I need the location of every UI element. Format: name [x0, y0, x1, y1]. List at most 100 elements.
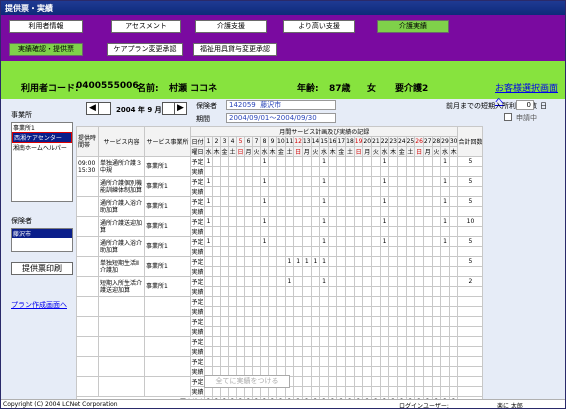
- schedule-cell[interactable]: [431, 386, 442, 397]
- schedule-cell[interactable]: [405, 176, 416, 187]
- schedule-cell[interactable]: [268, 346, 277, 357]
- schedule-cell[interactable]: [236, 356, 245, 367]
- schedule-cell[interactable]: [228, 236, 237, 247]
- schedule-cell[interactable]: [284, 236, 295, 247]
- schedule-cell[interactable]: [260, 186, 269, 197]
- schedule-cell[interactable]: [396, 226, 407, 237]
- schedule-cell[interactable]: [431, 256, 442, 267]
- schedule-cell[interactable]: [396, 186, 407, 197]
- row-office[interactable]: [144, 316, 191, 337]
- schedule-cell[interactable]: [396, 286, 407, 297]
- schedule-cell[interactable]: [379, 266, 390, 277]
- row-time[interactable]: [76, 276, 99, 297]
- schedule-cell[interactable]: [396, 206, 407, 217]
- schedule-cell[interactable]: [204, 166, 213, 177]
- schedule-cell[interactable]: [336, 316, 347, 327]
- schedule-cell[interactable]: [336, 376, 347, 387]
- row-time[interactable]: [76, 216, 99, 237]
- schedule-cell[interactable]: [301, 376, 312, 387]
- schedule-cell[interactable]: [327, 176, 338, 187]
- schedule-cell[interactable]: [414, 276, 424, 287]
- schedule-cell[interactable]: [379, 386, 390, 397]
- schedule-cell[interactable]: [388, 286, 398, 297]
- schedule-cell[interactable]: [396, 266, 407, 277]
- row-office[interactable]: [144, 376, 191, 397]
- schedule-cell[interactable]: 1: [319, 176, 329, 187]
- schedule-cell[interactable]: [319, 226, 329, 237]
- schedule-cell[interactable]: [422, 276, 433, 287]
- schedule-cell[interactable]: 1: [379, 176, 390, 187]
- schedule-cell[interactable]: [336, 286, 347, 297]
- schedule-cell[interactable]: [252, 266, 261, 277]
- schedule-cell[interactable]: 1: [319, 276, 329, 287]
- schedule-cell[interactable]: [293, 276, 303, 287]
- schedule-cell[interactable]: [310, 346, 321, 357]
- schedule-cell[interactable]: [220, 306, 229, 317]
- schedule-cell[interactable]: [293, 206, 303, 217]
- schedule-cell[interactable]: [379, 166, 390, 177]
- schedule-cell[interactable]: [414, 346, 424, 357]
- schedule-cell[interactable]: [440, 266, 450, 277]
- schedule-cell[interactable]: [345, 356, 355, 367]
- schedule-cell[interactable]: [284, 176, 295, 187]
- schedule-cell[interactable]: [353, 256, 364, 267]
- schedule-cell[interactable]: [276, 346, 286, 357]
- schedule-cell[interactable]: [371, 176, 381, 187]
- schedule-cell[interactable]: [327, 346, 338, 357]
- schedule-cell[interactable]: [284, 356, 295, 367]
- schedule-cell[interactable]: [310, 236, 321, 247]
- insurer-item-selected[interactable]: 藤沢市: [12, 229, 72, 238]
- schedule-cell[interactable]: [260, 386, 269, 397]
- schedule-cell[interactable]: [204, 286, 213, 297]
- schedule-cell[interactable]: [362, 356, 373, 367]
- schedule-cell[interactable]: [345, 326, 355, 337]
- schedule-cell[interactable]: [414, 156, 424, 167]
- schedule-cell[interactable]: [440, 246, 450, 257]
- schedule-cell[interactable]: [220, 336, 229, 347]
- schedule-cell[interactable]: [431, 276, 442, 287]
- schedule-cell[interactable]: [336, 216, 347, 227]
- submenu-record-confirm[interactable]: 実績確認・提供票: [9, 43, 83, 56]
- schedule-cell[interactable]: [236, 166, 245, 177]
- schedule-cell[interactable]: [310, 176, 321, 187]
- schedule-cell[interactable]: [388, 346, 398, 357]
- schedule-cell[interactable]: [362, 296, 373, 307]
- schedule-cell[interactable]: [284, 316, 295, 327]
- schedule-cell[interactable]: [220, 356, 229, 367]
- schedule-cell[interactable]: [310, 206, 321, 217]
- schedule-cell[interactable]: [310, 336, 321, 347]
- schedule-cell[interactable]: [327, 286, 338, 297]
- schedule-cell[interactable]: [379, 276, 390, 287]
- schedule-cell[interactable]: [345, 376, 355, 387]
- schedule-cell[interactable]: [405, 236, 416, 247]
- row-time[interactable]: [76, 176, 99, 197]
- schedule-cell[interactable]: [260, 356, 269, 367]
- schedule-cell[interactable]: [371, 376, 381, 387]
- row-office[interactable]: [144, 356, 191, 377]
- schedule-cell[interactable]: [220, 276, 229, 287]
- schedule-cell[interactable]: [345, 316, 355, 327]
- schedule-cell[interactable]: [319, 346, 329, 357]
- schedule-cell[interactable]: [405, 226, 416, 237]
- schedule-cell[interactable]: [431, 216, 442, 227]
- schedule-cell[interactable]: [405, 356, 416, 367]
- schedule-cell[interactable]: [276, 336, 286, 347]
- schedule-cell[interactable]: [310, 266, 321, 277]
- schedule-cell[interactable]: [244, 196, 253, 207]
- schedule-cell[interactable]: [388, 266, 398, 277]
- schedule-cell[interactable]: [405, 166, 416, 177]
- schedule-cell[interactable]: [301, 166, 312, 177]
- schedule-cell[interactable]: [220, 246, 229, 257]
- schedule-cell[interactable]: [260, 226, 269, 237]
- schedule-cell[interactable]: [440, 356, 450, 367]
- schedule-cell[interactable]: [228, 206, 237, 217]
- schedule-cell[interactable]: [388, 196, 398, 207]
- schedule-cell[interactable]: [353, 276, 364, 287]
- schedule-cell[interactable]: [276, 216, 286, 227]
- schedule-cell[interactable]: [284, 166, 295, 177]
- schedule-cell[interactable]: [405, 326, 416, 337]
- schedule-cell[interactable]: [405, 276, 416, 287]
- schedule-cell[interactable]: [268, 256, 277, 267]
- schedule-cell[interactable]: [448, 386, 459, 397]
- schedule-cell[interactable]: [388, 366, 398, 377]
